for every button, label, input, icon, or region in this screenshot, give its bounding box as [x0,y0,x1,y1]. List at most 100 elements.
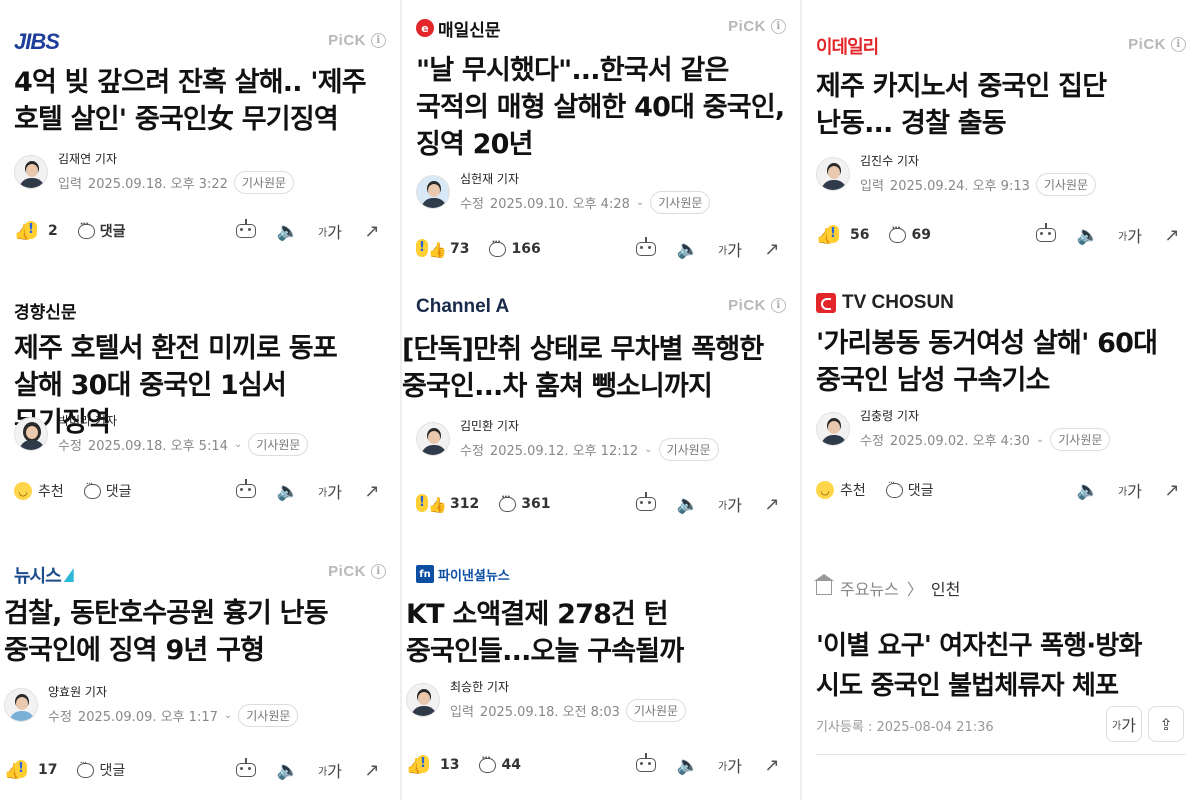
breadcrumb-home[interactable]: 주요뉴스 [840,576,899,600]
reaction-button[interactable]: 👍! 2 [14,221,58,241]
news-card-kyunghyang[interactable]: 경향신문 제주 호텔서 환전 미끼로 동포 살해 30대 중국인 1심서 무기징… [0,270,400,535]
article-date: 2025.09.02. 오후 4:30 [889,434,1030,449]
source-button[interactable]: 기사원문 [658,438,719,461]
comment-button[interactable]: 69 [889,223,931,243]
outlet-logo: TV CHOSUN [816,287,954,319]
reaction-emoji-icon: ! 👍 [416,239,447,259]
font-size-icon[interactable]: 가가 [316,757,344,783]
news-card-maeil[interactable]: e 매일신문 PiCK i "날 무시했다"...한국서 같은 국적의 매형 살해한… [402,0,800,285]
speaker-icon[interactable]: 🔈 [1074,222,1102,248]
reaction-button[interactable]: ! 👍 73 [416,239,469,259]
chevron-down-icon[interactable]: ⌄ [1036,434,1044,445]
headline[interactable]: '가리봉동 동거여성 살해' 60대 중국인 남성 구속기소 [816,325,1190,399]
font-size-icon[interactable]: 가가 [716,236,744,262]
speaker-icon[interactable]: 🔈 [274,757,302,783]
headline[interactable]: 4억 빚 갚으려 잔혹 살해.. '제주 호텔 살인' 중국인女 무기징역 [14,64,390,138]
reporter-name: 양효원 기자 [48,685,108,699]
reaction-button[interactable]: 👍! 17 [4,760,57,780]
robot-summary-icon[interactable] [632,491,660,517]
speaker-icon[interactable]: 🔈 [274,218,302,244]
robot-summary-icon[interactable] [632,752,660,778]
share-icon[interactable]: ↗ [358,757,386,783]
chevron-down-icon[interactable]: ⌄ [644,444,652,455]
robot-summary-icon[interactable] [632,236,660,262]
headline[interactable]: [단독]만취 상태로 무차별 폭행한 중국인...차 훔쳐 뺑소니까지 [402,331,790,405]
font-size-icon[interactable]: 가가 [316,478,344,504]
comment-button[interactable]: 댓글 [83,479,132,501]
reaction-button[interactable]: 👍! 56 [816,225,869,245]
headline[interactable]: KT 소액결제 278건 턴 중국인들...오늘 구속될까 [406,596,790,670]
comment-button[interactable]: 166 [489,237,541,257]
source-button[interactable]: 기사원문 [1035,173,1097,196]
source-button[interactable]: 기사원문 [233,171,295,194]
reaction-emoji-icon: 👍! [816,225,844,245]
news-card-newsis[interactable]: 뉴시스 PiCK i 검찰, 동탄호수공원 흉기 난동 중국인에 징역 9년 구형… [0,535,400,800]
share-icon[interactable]: ↗ [1158,477,1186,503]
reaction-button[interactable]: 👍! 13 [406,755,459,775]
robot-summary-icon[interactable] [232,478,260,504]
comment-button[interactable]: 댓글 [885,478,934,500]
font-size-button[interactable]: 가가 [1106,706,1142,742]
reaction-button[interactable]: ! 👍 312 [416,494,479,514]
share-button[interactable]: ⇪ [1148,706,1184,742]
breadcrumb[interactable]: 주요뉴스 〉 인천 [814,574,960,600]
reporter-name: 김재연 기자 [58,152,118,166]
news-card-tvchosun[interactable]: TV CHOSUN '가리봉동 동거여성 살해' 60대 중국인 남성 구속기소… [802,275,1200,540]
recommend-button[interactable]: ◡ 추천 [816,480,866,500]
outlet-logo: Channel A [416,296,510,317]
chevron-down-icon[interactable]: ⌄ [234,439,242,450]
comment-button[interactable]: 댓글 [77,758,125,780]
font-size-icon[interactable]: 가가 [716,491,744,517]
news-card-fnnews[interactable]: fn 파이낸셜뉴스 KT 소액결제 278건 턴 중국인들...오늘 구속될까 최… [402,550,800,800]
headline[interactable]: "날 무시했다"...한국서 같은 국적의 매형 살해한 40대 중국인, 징역… [416,52,790,163]
comment-button[interactable]: 361 [499,492,550,512]
reporter-name: 김민환 기자 [460,419,520,433]
news-card-channela[interactable]: Channel A PiCK i [단독]만취 상태로 무차별 폭행한 중국인..… [402,285,800,550]
column-divider [800,0,802,800]
share-icon[interactable]: ↗ [758,491,786,517]
source-button[interactable]: 기사원문 [650,191,711,214]
comment-button[interactable]: 44 [479,753,521,773]
home-icon[interactable] [814,574,834,595]
source-button[interactable]: 기사원문 [1050,428,1111,451]
source-button[interactable]: 기사원문 [248,433,309,456]
pick-badge[interactable]: PiCK i [328,32,386,49]
chevron-down-icon[interactable]: ⌄ [636,197,644,208]
article-date: 2025.09.09. 오후 1:17 [77,710,218,725]
robot-summary-icon[interactable] [232,757,260,783]
chevron-down-icon[interactable]: ⌄ [224,710,232,721]
share-icon[interactable]: ↗ [1158,222,1186,248]
robot-summary-icon[interactable] [1032,222,1060,248]
robot-summary-icon[interactable] [232,218,260,244]
pick-badge[interactable]: PiCK i [728,18,786,35]
news-card-jibs[interactable]: JIBS PiCK i 4억 빚 갚으려 잔혹 살해.. '제주 호텔 살인' 중… [0,0,400,270]
pick-badge[interactable]: PiCK i [1128,36,1186,53]
share-icon[interactable]: ↗ [358,478,386,504]
font-size-icon[interactable]: 가가 [1116,477,1144,503]
headline[interactable]: 검찰, 동탄호수공원 흉기 난동 중국인에 징역 9년 구형 [4,595,390,669]
source-button[interactable]: 기사원문 [238,704,299,727]
pick-badge[interactable]: PiCK i [328,563,386,580]
speaker-icon[interactable]: 🔈 [674,236,702,262]
share-icon[interactable]: ↗ [358,218,386,244]
comment-icon [489,237,507,257]
date-prefix: 수정 [860,434,884,449]
comment-button[interactable]: 댓글 [77,219,126,241]
speaker-icon[interactable]: 🔈 [1074,477,1102,503]
headline[interactable]: '이별 요구' 여자친구 폭행·방화 시도 중국인 불법체류자 체포 [816,626,1190,706]
font-size-icon[interactable]: 가가 [316,218,344,244]
pick-badge[interactable]: PiCK i [728,297,786,314]
news-card-edaily[interactable]: 이데일리 PiCK i 제주 카지노서 중국인 집단 난동... 경찰 출동 김진… [802,0,1200,275]
speaker-icon[interactable]: 🔈 [674,491,702,517]
share-icon[interactable]: ↗ [758,236,786,262]
recommend-button[interactable]: ◡ 추천 [14,481,64,501]
speaker-icon[interactable]: 🔈 [674,752,702,778]
share-icon[interactable]: ↗ [758,752,786,778]
outlet-logo: fn 파이낸셜뉴스 [416,558,510,590]
headline[interactable]: 제주 카지노서 중국인 집단 난동... 경찰 출동 [816,68,1190,142]
font-size-icon[interactable]: 가가 [716,752,744,778]
source-button[interactable]: 기사원문 [625,699,687,722]
font-size-icon[interactable]: 가가 [1116,222,1144,248]
speaker-icon[interactable]: 🔈 [274,478,302,504]
action-bar: !👍73 166 🔈 가가 ↗ [416,236,786,262]
